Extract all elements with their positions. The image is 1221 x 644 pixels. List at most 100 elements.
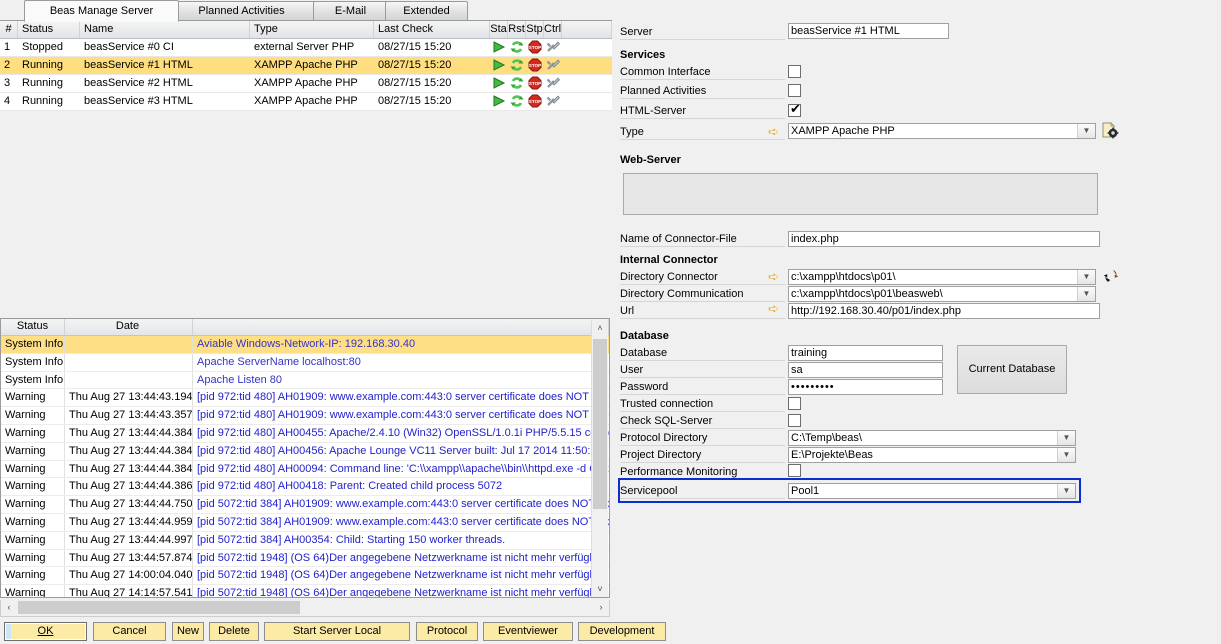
stop-icon[interactable]: STOP bbox=[526, 39, 544, 56]
list-item[interactable]: Warning Thu Aug 27 14:00:04.040000 201 [… bbox=[1, 567, 609, 585]
chevron-down-icon[interactable]: ▼ bbox=[1077, 124, 1095, 138]
scroll-down-icon[interactable]: ˅ bbox=[592, 581, 608, 598]
chevron-down-icon[interactable]: ▼ bbox=[1057, 431, 1075, 445]
scroll-right-icon[interactable]: › bbox=[593, 600, 609, 615]
eventviewer-button[interactable]: Eventviewer bbox=[483, 622, 573, 641]
tab-email[interactable]: E-Mail bbox=[313, 1, 388, 21]
delete-button[interactable]: Delete bbox=[209, 622, 259, 641]
start-icon[interactable] bbox=[490, 75, 508, 92]
servicepool-combo[interactable]: Pool1 ▼ bbox=[788, 483, 1076, 499]
log-col-status[interactable]: Status bbox=[1, 319, 65, 335]
list-item[interactable]: Warning Thu Aug 27 13:44:57.874927 201 [… bbox=[1, 550, 609, 568]
user-input[interactable]: sa bbox=[788, 362, 943, 378]
performance-monitoring-checkbox[interactable] bbox=[788, 464, 801, 477]
restart-icon[interactable] bbox=[508, 93, 526, 110]
chevron-down-icon[interactable]: ▼ bbox=[1077, 287, 1095, 301]
directory-connector-combo[interactable]: c:\xampp\htdocs\p01\ ▼ bbox=[788, 269, 1096, 285]
restart-icon[interactable] bbox=[508, 39, 526, 56]
start-server-local-button[interactable]: Start Server Local bbox=[264, 622, 410, 641]
control-icon[interactable] bbox=[544, 75, 562, 92]
col-type[interactable]: Type bbox=[250, 21, 374, 38]
col-restart[interactable]: Rst bbox=[508, 21, 526, 38]
table-row[interactable]: 1 Stopped beasService #0 CI external Ser… bbox=[0, 39, 612, 57]
list-item[interactable]: Warning Thu Aug 27 13:44:44.384125 201 [… bbox=[1, 443, 609, 461]
scroll-thumb[interactable] bbox=[593, 339, 607, 509]
restart-icon[interactable] bbox=[508, 75, 526, 92]
control-icon[interactable] bbox=[544, 57, 562, 74]
log-date: Thu Aug 27 13:44:44.384125 201 bbox=[65, 443, 193, 460]
table-row[interactable]: 2 Running beasService #1 HTML XAMPP Apac… bbox=[0, 57, 612, 75]
development-button[interactable]: Development bbox=[578, 622, 666, 641]
log-message: [pid 972:tid 480] AH01909: www.example.c… bbox=[193, 389, 609, 406]
new-button[interactable]: New bbox=[172, 622, 204, 641]
webserver-textbox[interactable] bbox=[623, 173, 1098, 215]
log-col-date[interactable]: Date bbox=[65, 319, 193, 335]
chevron-down-icon[interactable]: ▼ bbox=[1057, 484, 1075, 498]
tab-planned-activities[interactable]: Planned Activities bbox=[164, 1, 319, 21]
log-col-message[interactable] bbox=[193, 319, 609, 335]
start-icon[interactable] bbox=[490, 57, 508, 74]
planned-activities-checkbox[interactable] bbox=[788, 84, 801, 97]
col-start[interactable]: Sta bbox=[490, 21, 508, 38]
list-item[interactable]: Warning Thu Aug 27 13:44:44.750123 201 [… bbox=[1, 496, 609, 514]
hscroll-thumb[interactable] bbox=[18, 601, 300, 614]
list-item[interactable]: Warning Thu Aug 27 13:44:44.997126 201 [… bbox=[1, 532, 609, 550]
restart-icon[interactable] bbox=[508, 57, 526, 74]
database-input[interactable]: training bbox=[788, 345, 943, 361]
scroll-left-icon[interactable]: ‹ bbox=[1, 600, 17, 615]
beas-manage-server-window: Beas Manage Server Planned Activities E-… bbox=[0, 0, 1221, 644]
trusted-connection-checkbox[interactable] bbox=[788, 397, 801, 410]
list-item[interactable]: Warning Thu Aug 27 14:14:57.541022 201 [… bbox=[1, 585, 609, 598]
chevron-down-icon[interactable]: ▼ bbox=[1077, 270, 1095, 284]
row-index: 2 bbox=[0, 57, 18, 74]
common-interface-checkbox[interactable] bbox=[788, 65, 801, 78]
control-icon[interactable] bbox=[544, 93, 562, 110]
col-last-check[interactable]: Last Check bbox=[374, 21, 490, 38]
cancel-button[interactable]: Cancel bbox=[93, 622, 166, 641]
server-input[interactable]: beasService #1 HTML bbox=[788, 23, 949, 39]
log-vertical-scrollbar[interactable]: ˄ ˅ bbox=[591, 320, 608, 598]
stop-icon[interactable]: STOP bbox=[526, 57, 544, 74]
control-icon[interactable] bbox=[544, 39, 562, 56]
table-row[interactable]: 4 Running beasService #3 HTML XAMPP Apac… bbox=[0, 93, 612, 111]
tab-beas-manage-server[interactable]: Beas Manage Server bbox=[24, 0, 179, 22]
ok-button[interactable]: OK bbox=[4, 622, 87, 641]
password-input[interactable]: ••••••••• bbox=[788, 379, 943, 395]
list-item[interactable]: Warning Thu Aug 27 13:44:43.194713 201 [… bbox=[1, 389, 609, 407]
html-server-checkbox[interactable]: ✔ bbox=[788, 104, 801, 117]
col-index[interactable]: # bbox=[0, 21, 18, 38]
list-item[interactable]: Warning Thu Aug 27 13:44:44.386125 201 [… bbox=[1, 478, 609, 496]
type-combo[interactable]: XAMPP Apache PHP ▼ bbox=[788, 123, 1096, 139]
col-name[interactable]: Name bbox=[80, 21, 250, 38]
table-row[interactable]: 3 Running beasService #2 HTML XAMPP Apac… bbox=[0, 75, 612, 93]
list-item[interactable]: Warning Thu Aug 27 13:44:43.357715 201 [… bbox=[1, 407, 609, 425]
stop-icon[interactable]: STOP bbox=[526, 75, 544, 92]
protocol-directory-combo[interactable]: C:\Temp\beas\ ▼ bbox=[788, 430, 1076, 446]
tab-extended[interactable]: Extended bbox=[385, 1, 468, 21]
start-icon[interactable] bbox=[490, 39, 508, 56]
col-status[interactable]: Status bbox=[18, 21, 80, 38]
directory-communication-combo[interactable]: c:\xampp\htdocs\p01\beasweb\ ▼ bbox=[788, 286, 1096, 302]
scroll-up-icon[interactable]: ˄ bbox=[592, 320, 608, 337]
chevron-down-icon[interactable]: ▼ bbox=[1057, 448, 1075, 462]
check-sql-checkbox[interactable] bbox=[788, 414, 801, 427]
list-item[interactable]: System Info Apache ServerName localhost:… bbox=[1, 354, 609, 372]
list-item[interactable]: System Info Apache Listen 80 bbox=[1, 372, 609, 390]
field-arrow-icon: ➪ bbox=[768, 126, 782, 138]
log-horizontal-scrollbar[interactable]: ‹ › bbox=[0, 600, 610, 617]
col-stop[interactable]: Stp bbox=[526, 21, 544, 38]
start-icon[interactable] bbox=[490, 93, 508, 110]
project-directory-combo[interactable]: E:\Projekte\Beas ▼ bbox=[788, 447, 1076, 463]
gear-page-icon[interactable] bbox=[1101, 122, 1119, 140]
list-item[interactable]: Warning Thu Aug 27 13:44:44.384125 201 [… bbox=[1, 425, 609, 443]
refresh-arrow-icon[interactable] bbox=[1103, 268, 1119, 284]
list-item[interactable]: Warning Thu Aug 27 13:44:44.384125 201 [… bbox=[1, 461, 609, 479]
stop-icon[interactable]: STOP bbox=[526, 93, 544, 110]
col-control[interactable]: Ctrl bbox=[544, 21, 562, 38]
field-protocol-directory: Protocol Directory C:\Temp\beas\ ▼ bbox=[620, 430, 1216, 447]
list-item[interactable]: Warning Thu Aug 27 13:44:44.959130 201 [… bbox=[1, 514, 609, 532]
protocol-button[interactable]: Protocol bbox=[416, 622, 478, 641]
list-item[interactable]: System Info Aviable Windows-Network-IP: … bbox=[1, 336, 609, 354]
url-input[interactable]: http://192.168.30.40/p01/index.php bbox=[788, 303, 1100, 319]
connector-file-input[interactable]: index.php bbox=[788, 231, 1100, 247]
